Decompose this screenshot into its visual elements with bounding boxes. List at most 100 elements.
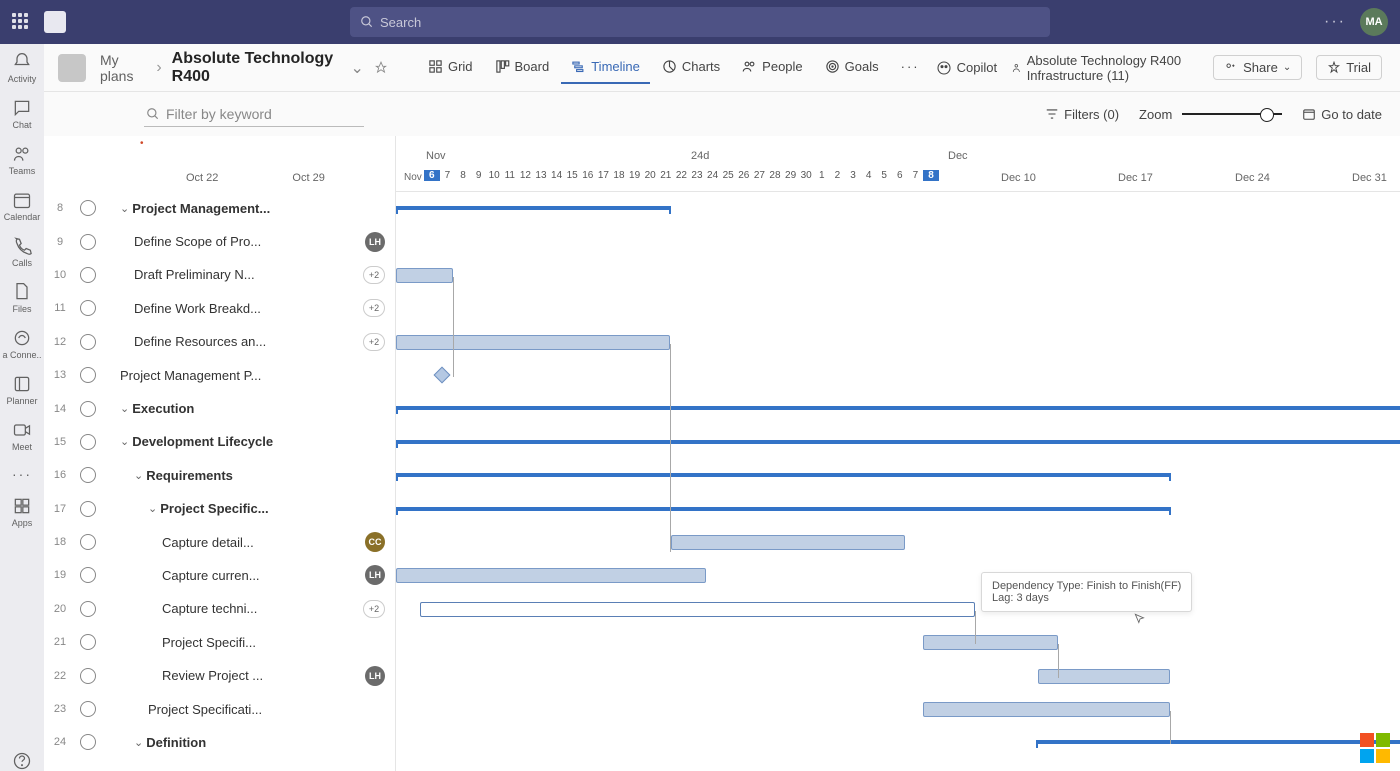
day-cell[interactable]: 2: [830, 170, 846, 181]
day-cell[interactable]: 18: [611, 170, 627, 181]
complete-toggle[interactable]: [80, 200, 96, 216]
task-row[interactable]: 13 Project Management P...: [44, 359, 395, 392]
task-row[interactable]: 11 Define Work Breakd...+2: [44, 292, 395, 325]
task-row[interactable]: 15 ⌄Development Lifecycle: [44, 426, 395, 459]
day-cell[interactable]: 9: [471, 170, 487, 181]
rail-chat[interactable]: Chat: [12, 98, 32, 130]
complete-toggle[interactable]: [80, 467, 96, 483]
rail-activity[interactable]: Activity: [8, 52, 37, 84]
complete-toggle[interactable]: [80, 267, 96, 283]
more-assignees[interactable]: +2: [363, 266, 385, 284]
user-avatar[interactable]: MA: [1360, 8, 1388, 36]
task-row[interactable]: 10 Draft Preliminary N...+2: [44, 259, 395, 292]
rail-calendar[interactable]: Calendar: [4, 190, 41, 222]
assignee-avatar[interactable]: LH: [365, 232, 385, 252]
tab-timeline[interactable]: Timeline: [561, 51, 650, 84]
gantt-bar[interactable]: [396, 473, 1171, 477]
rail-apps[interactable]: Apps: [12, 496, 33, 528]
add-new-task[interactable]: +Add new task: [44, 760, 395, 771]
day-cell[interactable]: 6: [892, 170, 908, 181]
rail-teams[interactable]: Teams: [9, 144, 36, 176]
rail-viva[interactable]: a Conne..: [2, 328, 41, 360]
day-cell[interactable]: 27: [752, 170, 768, 181]
tab-board[interactable]: Board: [485, 51, 560, 84]
task-row[interactable]: 18 Capture detail...CC: [44, 526, 395, 559]
day-cell[interactable]: 21: [658, 170, 674, 181]
assignee-avatar[interactable]: CC: [365, 532, 385, 552]
gantt-bar[interactable]: [396, 335, 670, 350]
task-row[interactable]: 14 ⌄Execution: [44, 392, 395, 425]
day-cell[interactable]: 24: [705, 170, 721, 181]
day-cell[interactable]: 15: [564, 170, 580, 181]
share-button[interactable]: Share⌄: [1213, 55, 1302, 80]
day-cell[interactable]: 11: [502, 170, 518, 181]
task-row[interactable]: 21 Project Specifi...: [44, 626, 395, 659]
day-cell[interactable]: 10: [486, 170, 502, 181]
day-cell[interactable]: 25: [720, 170, 736, 181]
task-row[interactable]: 9 Define Scope of Pro...LH: [44, 225, 395, 258]
day-cell[interactable]: 30: [798, 170, 814, 181]
tab-grid[interactable]: Grid: [418, 51, 483, 84]
complete-toggle[interactable]: [80, 501, 96, 517]
complete-toggle[interactable]: [80, 701, 96, 717]
day-cell[interactable]: 17: [596, 170, 612, 181]
more-assignees[interactable]: +2: [363, 299, 385, 317]
complete-toggle[interactable]: [80, 734, 96, 750]
tab-more[interactable]: ···: [891, 51, 930, 84]
task-row[interactable]: 17 ⌄Project Specific...: [44, 493, 395, 526]
filters-button[interactable]: Filters (0): [1045, 107, 1119, 122]
gantt-bar[interactable]: [923, 702, 1170, 717]
more-icon[interactable]: ···: [1324, 13, 1346, 31]
day-cell[interactable]: 29: [783, 170, 799, 181]
trial-button[interactable]: Trial: [1316, 55, 1382, 80]
gantt-bar[interactable]: [396, 206, 671, 210]
complete-toggle[interactable]: [80, 401, 96, 417]
complete-toggle[interactable]: [80, 634, 96, 650]
chevron-down-icon[interactable]: ⌄: [148, 502, 157, 515]
assignee-avatar[interactable]: LH: [365, 666, 385, 686]
milestone-marker[interactable]: [434, 367, 451, 384]
breadcrumb-root[interactable]: My plans: [100, 52, 146, 84]
task-row[interactable]: 22 Review Project ...LH: [44, 659, 395, 692]
gantt-bar[interactable]: [396, 507, 1171, 511]
day-cell[interactable]: 1: [814, 170, 830, 181]
day-cell[interactable]: 8: [455, 170, 471, 181]
tab-charts[interactable]: Charts: [652, 51, 730, 84]
task-row[interactable]: 19 Capture curren...LH: [44, 559, 395, 592]
rail-calls[interactable]: Calls: [12, 236, 32, 268]
zoom-control[interactable]: Zoom: [1139, 107, 1282, 122]
more-assignees[interactable]: +2: [363, 600, 385, 618]
app-launcher-icon[interactable]: [12, 13, 30, 31]
day-cell[interactable]: 3: [845, 170, 861, 181]
day-cell[interactable]: 22: [674, 170, 690, 181]
gantt-bar[interactable]: [396, 406, 1400, 410]
rail-more[interactable]: ···: [12, 466, 32, 482]
zoom-slider[interactable]: [1182, 113, 1282, 115]
rail-files[interactable]: Files: [12, 282, 32, 314]
task-row[interactable]: 16 ⌄Requirements: [44, 459, 395, 492]
complete-toggle[interactable]: [80, 601, 96, 617]
gantt-bar[interactable]: [420, 602, 975, 617]
day-cell[interactable]: 28: [767, 170, 783, 181]
complete-toggle[interactable]: [80, 534, 96, 550]
day-cell[interactable]: 13: [533, 170, 549, 181]
tab-people[interactable]: People: [732, 51, 812, 84]
gantt-bar[interactable]: [671, 535, 905, 550]
day-cell[interactable]: 19: [627, 170, 643, 181]
assignee-avatar[interactable]: LH: [365, 565, 385, 585]
gantt-chart[interactable]: Nov 24d Dec Nov 678910111213141516171819…: [396, 136, 1400, 771]
task-row[interactable]: 24 ⌄Definition: [44, 726, 395, 759]
complete-toggle[interactable]: [80, 567, 96, 583]
day-cell[interactable]: 5: [876, 170, 892, 181]
day-cell[interactable]: 4: [861, 170, 877, 181]
chevron-down-icon[interactable]: ⌄: [120, 402, 129, 415]
gantt-bar[interactable]: [923, 635, 1058, 650]
filter-keyword-input[interactable]: Filter by keyword: [144, 102, 364, 127]
complete-toggle[interactable]: [80, 434, 96, 450]
gantt-bar[interactable]: [396, 440, 1400, 444]
complete-toggle[interactable]: [80, 300, 96, 316]
gantt-bar[interactable]: [396, 568, 706, 583]
day-cell[interactable]: 7: [908, 170, 924, 181]
plan-dropdown-icon[interactable]: ⌄: [351, 58, 364, 78]
task-row[interactable]: 8 ⌄Project Management...: [44, 192, 395, 225]
